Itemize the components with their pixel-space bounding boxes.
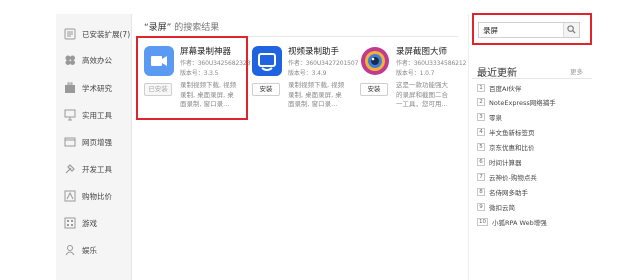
update-label[interactable]: 小狐RPA Web增强 — [492, 217, 547, 227]
shopping-icon — [64, 190, 76, 202]
update-rank: 2 — [477, 98, 485, 106]
update-rank: 4 — [477, 128, 485, 136]
app-description-line: 这是一款功能强大 — [396, 81, 448, 89]
panel-divider — [468, 14, 469, 280]
update-label[interactable]: NoteExpress网络捕手 — [489, 97, 556, 107]
app-description-line: 录制, 桌面录屏, 桌 — [288, 90, 342, 99]
update-label[interactable]: 微扣云简 — [489, 202, 515, 212]
app-description-line: 的录屏和截图二合 — [396, 90, 448, 99]
update-rank: 8 — [477, 188, 485, 196]
update-item[interactable]: 6 时间计算器 — [477, 156, 522, 168]
installed-icon — [64, 28, 76, 40]
app-description-line: 一工具，您可用... — [396, 100, 448, 108]
sidebar-item-office[interactable]: 高效办公 — [56, 48, 132, 72]
app-card[interactable]: 录屏截图大师 作者：360U3334586212 版本号：1.0.7 这是一款功… — [354, 42, 470, 118]
sidebar-item-tools[interactable]: 实用工具 — [56, 103, 132, 127]
update-item[interactable]: 4 半文鱼新标签页 — [477, 126, 535, 138]
update-item[interactable]: 2 NoteExpress网络捕手 — [477, 96, 556, 108]
app-description: 这是一款功能强大 的录屏和截图二合 一工具，您可用... — [396, 81, 454, 110]
update-label[interactable]: 时间计算器 — [489, 157, 522, 167]
app-author: 作者：360U3334586212 — [396, 60, 467, 67]
update-item[interactable]: 3 零泉 — [477, 111, 502, 123]
search-highlight-box — [472, 13, 592, 45]
update-item[interactable]: 1 百度AI伙伴 — [477, 82, 521, 94]
app-description: 录制视频下载, 视频 录制, 桌面录屏, 桌 面录制, 窗口录... — [288, 81, 346, 110]
update-item[interactable]: 8 名侍网多助手 — [477, 186, 528, 198]
search-results-suffix: 的搜索结果 — [171, 23, 220, 33]
app-name[interactable]: 录屏截图大师 — [396, 45, 447, 57]
office-icon — [64, 54, 76, 66]
tools-icon — [64, 109, 76, 121]
sidebar-item-label: 实用工具 — [82, 110, 112, 120]
app-description-line: 面录制, 窗口录... — [288, 100, 338, 108]
update-item[interactable]: 9 微扣云简 — [477, 201, 515, 213]
search-keyword: “录屏” — [144, 23, 172, 33]
sidebar-item-dev-tools[interactable]: 开发工具 — [56, 157, 132, 181]
sidebar-item-label: 开发工具 — [82, 164, 112, 174]
install-button[interactable]: 安装 — [360, 83, 388, 96]
update-label[interactable]: 名侍网多助手 — [489, 187, 528, 197]
update-rank: 7 — [477, 173, 485, 181]
research-icon — [64, 82, 76, 94]
sidebar-item-entertainment[interactable]: 娱乐 — [56, 238, 132, 262]
highlight-box — [136, 36, 248, 120]
sidebar-item-label: 学术研究 — [82, 83, 112, 93]
entertainment-icon — [64, 244, 76, 256]
update-item[interactable]: 10 小狐RPA Web增强 — [477, 216, 547, 228]
update-rank: 5 — [477, 143, 485, 151]
sidebar-item-label: 网页增强 — [82, 137, 112, 147]
dev-tools-icon — [64, 163, 76, 175]
update-rank: 10 — [477, 218, 488, 226]
install-button[interactable]: 安装 — [252, 83, 280, 96]
app-name[interactable]: 视频录制助手 — [288, 45, 339, 57]
update-label[interactable]: 京东优惠和比价 — [489, 142, 535, 152]
sidebar-item-label: 购物比价 — [82, 191, 112, 201]
sidebar-item-label: 已安装扩展(7) — [82, 29, 131, 39]
video-assistant-logo-icon — [252, 46, 282, 76]
update-label[interactable]: 零泉 — [489, 112, 502, 122]
update-rank: 6 — [477, 158, 485, 166]
search-results-title: “录屏” 的搜索结果 — [144, 20, 219, 33]
app-version: 版本号：1.0.7 — [396, 70, 435, 77]
sidebar-item-shopping[interactable]: 购物比价 — [56, 184, 132, 208]
screen-capture-logo-icon — [360, 46, 390, 76]
update-rank: 9 — [477, 203, 485, 211]
update-label[interactable]: 百度AI伙伴 — [489, 83, 521, 93]
sidebar-item-webpage[interactable]: 网页增强 — [56, 130, 132, 154]
category-sidebar: 已安装扩展(7) 高效办公 学术研究 实用工具 网页增强 开发工具 购物比价 游… — [56, 14, 132, 280]
app-author: 作者：360U3427201507 — [288, 60, 359, 67]
update-rank: 3 — [477, 113, 485, 121]
update-item[interactable]: 5 京东优惠和比价 — [477, 141, 535, 153]
sidebar-item-game[interactable]: 游戏 — [56, 211, 132, 235]
sidebar-item-installed[interactable]: 已安装扩展(7) — [56, 22, 132, 46]
update-label[interactable]: 半文鱼新标签页 — [489, 127, 535, 137]
game-icon — [64, 217, 76, 229]
update-label[interactable]: 云神价-购物点兵 — [489, 172, 537, 182]
app-description-line: 录制视频下载, 视频 — [288, 81, 345, 89]
update-item[interactable]: 7 云神价-购物点兵 — [477, 171, 537, 183]
update-rank: 1 — [477, 84, 485, 92]
sidebar-item-label: 高效办公 — [82, 55, 112, 65]
app-card[interactable]: 视频录制助手 作者：360U3427201507 版本号：3.4.9 录制视频下… — [246, 42, 362, 118]
sidebar-item-label: 娱乐 — [82, 245, 97, 255]
webpage-icon — [64, 136, 76, 148]
sidebar-item-research[interactable]: 学术研究 — [56, 76, 132, 100]
sidebar-item-label: 游戏 — [82, 218, 97, 228]
more-link[interactable]: 更多 — [570, 66, 583, 76]
divider — [472, 78, 592, 79]
recent-updates-title: 最近更新 — [477, 68, 517, 79]
app-version: 版本号：3.4.9 — [288, 70, 327, 77]
